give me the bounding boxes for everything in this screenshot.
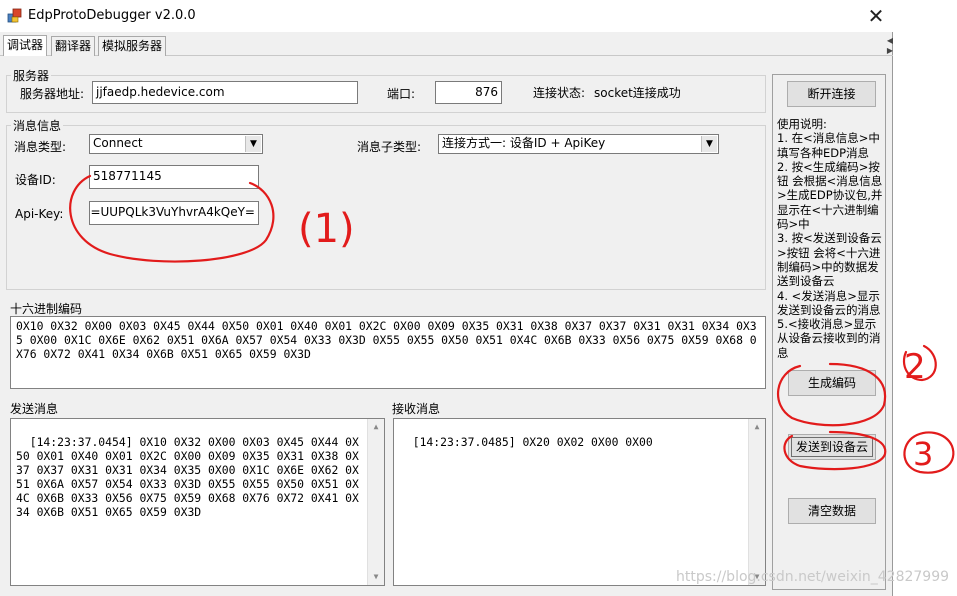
annotation-ellipse-apikey [69,174,275,263]
annotation-overlay: (1) 2 3 [69,174,955,474]
annotation-mark-3: 3 [913,435,933,473]
annotation-ellipse-generate [777,362,887,427]
annotation-mark-1: (1) [298,206,355,252]
annotation-ellipse-send [783,430,887,471]
